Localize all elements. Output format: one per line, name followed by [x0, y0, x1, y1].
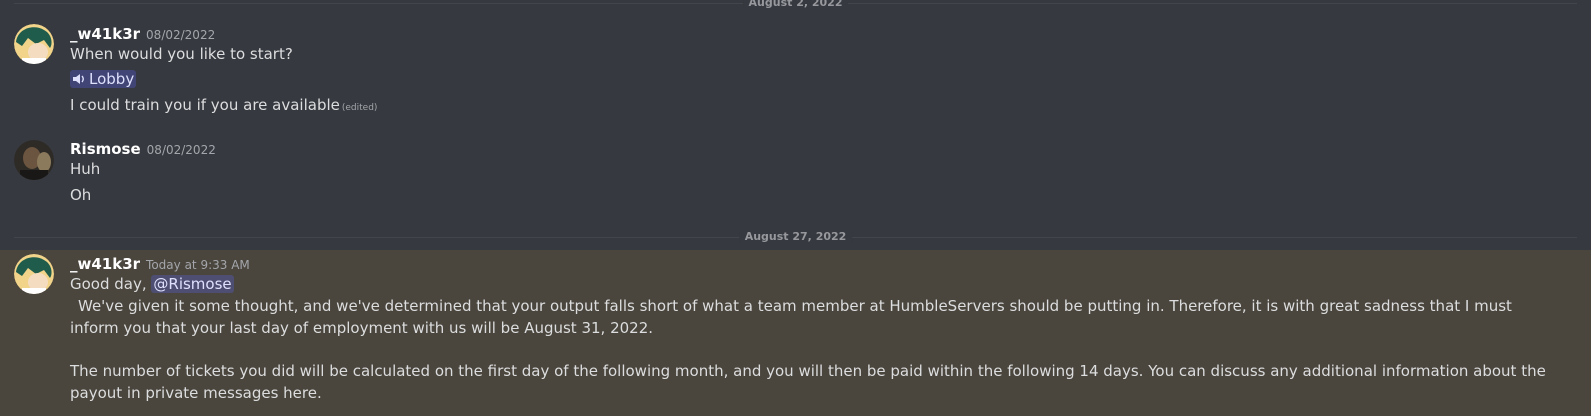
username[interactable]: _w41k3r: [70, 25, 140, 43]
message-paragraph: We've given it some thought, and we've d…: [70, 297, 1512, 337]
message-header: Rismose 08/02/2022: [70, 139, 216, 158]
message-text: I could train you if you are available: [70, 96, 340, 114]
chat-view: August 2, 2022 _w41k3r 08/02/2022 When wo…: [0, 0, 1591, 416]
speaker-icon: [73, 74, 84, 84]
message-line: Lobby: [70, 70, 137, 89]
message-line: I could train you if you are available (e…: [70, 96, 377, 114]
message-header: _w41k3r 08/02/2022: [70, 24, 215, 43]
avatar[interactable]: [14, 24, 54, 64]
user-mention[interactable]: @Rismose: [151, 275, 234, 293]
date-divider: August 2, 2022: [0, 0, 1591, 10]
avatar[interactable]: [14, 254, 54, 294]
avatar[interactable]: [14, 140, 54, 180]
username[interactable]: _w41k3r: [70, 255, 140, 273]
timestamp: 08/02/2022: [146, 28, 216, 42]
message-text: Huh: [70, 160, 101, 178]
timestamp: Today at 9:33 AM: [146, 258, 250, 272]
channel-mention[interactable]: Lobby: [70, 70, 137, 88]
message-text: Good day,: [70, 275, 152, 293]
username[interactable]: Rismose: [70, 140, 141, 158]
message-header: _w41k3r Today at 9:33 AM: [70, 254, 250, 273]
timestamp: 08/02/2022: [146, 143, 216, 157]
message-paragraph: The number of tickets you did will be ca…: [70, 362, 1546, 402]
message-line: Good day, @Rismose: [70, 275, 234, 293]
message-text: Oh: [70, 186, 92, 204]
edited-label: (edited): [341, 103, 378, 113]
channel-mention-label: Lobby: [89, 70, 135, 88]
date-divider-label: August 27, 2022: [738, 230, 853, 244]
message-text: When would you like to start?: [70, 45, 293, 63]
date-divider-label: August 2, 2022: [742, 0, 849, 10]
date-divider: August 27, 2022: [0, 230, 1591, 244]
